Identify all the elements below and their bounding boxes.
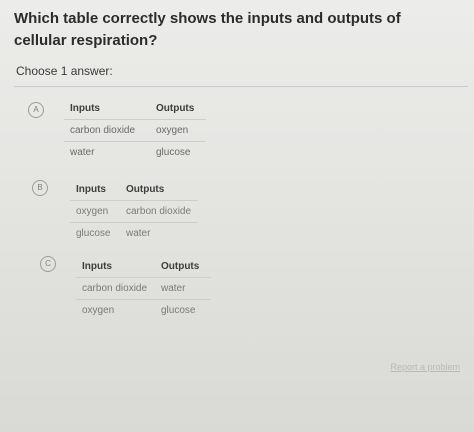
choice-letter-badge[interactable]: C	[40, 256, 56, 272]
answer-table: Inputs Outputs oxygen carbon dioxide glu…	[70, 179, 198, 244]
table-cell: glucose	[70, 222, 120, 244]
table-header-inputs: Inputs	[76, 184, 106, 195]
table-cell: carbon dioxide	[120, 200, 198, 223]
choice-letter-badge[interactable]: B	[32, 180, 48, 196]
answer-instruction: Choose 1 answer:	[16, 64, 113, 78]
choice-letter-badge[interactable]: A	[28, 102, 44, 118]
choice-c[interactable]: C Inputs Outputs carbon dioxide water ox…	[0, 252, 474, 326]
table-header-inputs: Inputs	[70, 103, 100, 114]
table-cell: water	[64, 141, 150, 163]
report-problem-link[interactable]: Report a problem	[390, 362, 460, 372]
table-cell: carbon dioxide	[76, 277, 155, 300]
answer-table: Inputs Outputs carbon dioxide oxygen wat…	[64, 98, 206, 163]
table-cell: water	[120, 222, 198, 244]
table-header-outputs: Outputs	[126, 184, 165, 195]
table-cell: carbon dioxide	[64, 119, 150, 142]
answer-table: Inputs Outputs carbon dioxide water oxyg…	[76, 256, 211, 321]
choice-b[interactable]: B Inputs Outputs oxygen carbon dioxide g…	[0, 176, 474, 250]
table-cell: glucose	[155, 299, 211, 321]
table-header-outputs: Outputs	[161, 261, 200, 272]
table-cell: oxygen	[150, 119, 206, 142]
table-header-inputs: Inputs	[82, 261, 112, 272]
table-header-outputs: Outputs	[156, 103, 195, 114]
question-text: Which table correctly shows the inputs a…	[14, 10, 401, 49]
choice-a[interactable]: A Inputs Outputs carbon dioxide oxygen w…	[0, 98, 474, 172]
table-cell: glucose	[150, 141, 206, 163]
divider	[14, 86, 468, 87]
table-cell: oxygen	[76, 299, 155, 321]
table-cell: water	[155, 277, 211, 300]
table-cell: oxygen	[70, 200, 120, 223]
